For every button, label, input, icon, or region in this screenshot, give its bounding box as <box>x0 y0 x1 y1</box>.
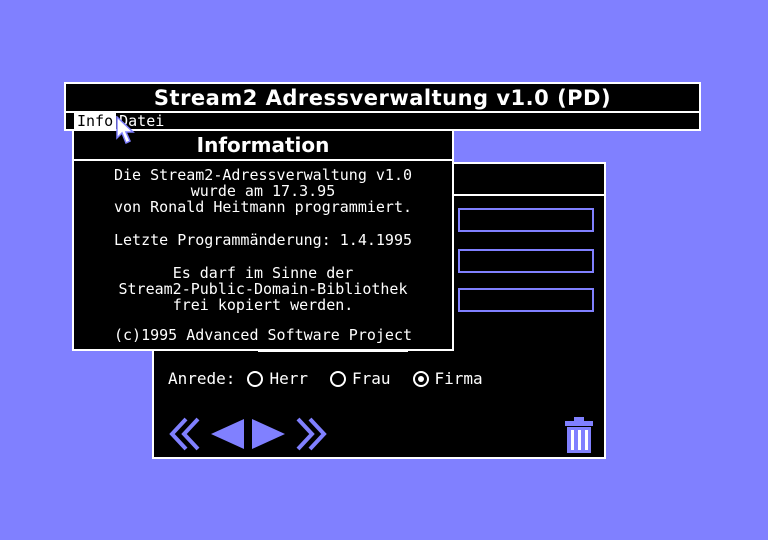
radio-herr[interactable]: Herr <box>247 369 318 388</box>
radio-frau-label[interactable]: Frau <box>352 369 391 388</box>
radio-frau-icon[interactable] <box>329 370 346 387</box>
info-line-4: Letzte Programmänderung: 1.4.1995 <box>113 231 412 249</box>
radio-firma-label[interactable]: Firma <box>435 369 483 388</box>
radio-herr-icon[interactable] <box>247 370 264 387</box>
radio-herr-label[interactable]: Herr <box>269 369 308 388</box>
next-record-icon[interactable] <box>250 416 288 452</box>
record-navigation <box>166 416 330 452</box>
info-line-5: Es darf im Sinne der <box>172 264 354 282</box>
menu-info[interactable]: Info <box>74 113 117 129</box>
app-title-bar: Stream2 Adressverwaltung v1.0 (PD) <box>64 82 701 113</box>
first-record-icon[interactable] <box>166 416 204 452</box>
info-dialog: Information Die Stream2-Adressverwaltung… <box>72 129 454 351</box>
address-field-1[interactable] <box>458 208 594 232</box>
trash-icon[interactable] <box>562 416 596 454</box>
last-record-icon[interactable] <box>292 416 330 452</box>
info-line-6: Stream2-Public-Domain-Bibliothek <box>118 280 408 298</box>
app-title: Stream2 Adressverwaltung v1.0 (PD) <box>153 85 612 110</box>
mouse-pointer-icon <box>116 116 135 145</box>
info-line-8: (c)1995 Advanced Software Project <box>113 326 412 344</box>
radio-firma-icon[interactable] <box>412 370 429 387</box>
info-line-3: von Ronald Heitmann programmiert. <box>113 198 412 216</box>
info-line-7: frei kopiert werden. <box>172 296 354 314</box>
address-field-3[interactable] <box>458 288 594 312</box>
radio-firma[interactable]: Firma <box>412 369 493 388</box>
info-line-2: wurde am 17.3.95 <box>190 182 336 200</box>
anrede-label: Anrede: <box>168 369 236 388</box>
radio-frau[interactable]: Frau <box>329 369 401 388</box>
info-line-1: Die Stream2-Adressverwaltung v1.0 <box>113 166 412 184</box>
previous-record-icon[interactable] <box>208 416 246 452</box>
address-field-2[interactable] <box>458 249 594 273</box>
anrede-row: Anrede: Herr Frau Firma <box>168 369 493 388</box>
